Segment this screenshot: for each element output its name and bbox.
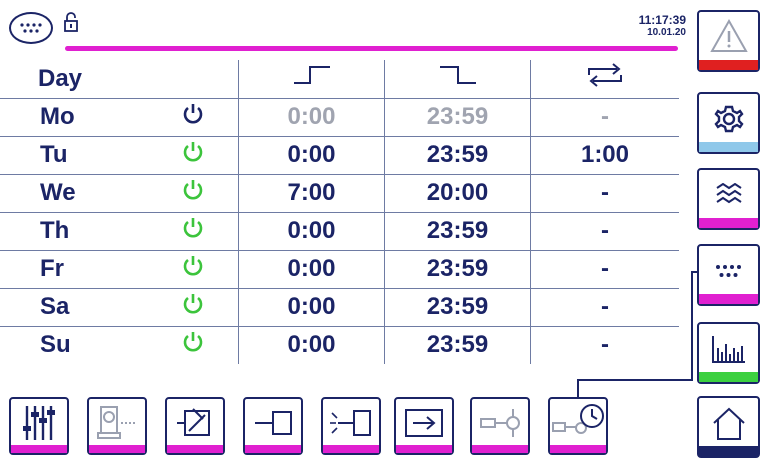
alarm-button[interactable]: [697, 10, 760, 72]
sensor-button[interactable]: [321, 397, 381, 455]
clock-time: 11:17:39: [638, 13, 686, 27]
falling-edge-icon: [439, 66, 476, 85]
power-icon[interactable]: [181, 140, 205, 164]
power-icon[interactable]: [181, 102, 205, 126]
home-icon: [712, 407, 745, 440]
day-label: Sa: [0, 287, 148, 326]
on-time[interactable]: 0:00: [238, 325, 385, 364]
cylinder-button[interactable]: [243, 397, 303, 455]
off-time[interactable]: 23:59: [384, 135, 531, 174]
on-time[interactable]: 0:00: [238, 97, 385, 136]
device-timer-button[interactable]: [548, 397, 608, 455]
menu-dots-button[interactable]: [9, 12, 53, 44]
gear-icon: [713, 105, 744, 133]
cycle-header: [531, 60, 680, 98]
off-time[interactable]: 23:59: [384, 325, 531, 364]
repeat-icon: [588, 63, 622, 88]
settings-button[interactable]: [697, 92, 760, 154]
arrow-in-icon: [405, 409, 443, 437]
waves-button[interactable]: [697, 168, 760, 230]
device-button[interactable]: [470, 397, 530, 455]
input-button[interactable]: [394, 397, 454, 455]
dots-button[interactable]: [697, 244, 760, 306]
off-time[interactable]: 23:59: [384, 97, 531, 136]
valve-button[interactable]: [165, 397, 225, 455]
connector-line: [577, 271, 697, 400]
valve-icon: [177, 408, 210, 436]
cycle-time[interactable]: 1:00: [530, 135, 679, 174]
on-time[interactable]: 0:00: [238, 249, 385, 288]
cycle-time[interactable]: -: [530, 97, 679, 136]
on-time[interactable]: 0:00: [238, 211, 385, 250]
cylinder-icon: [255, 411, 292, 435]
day-label: Su: [0, 325, 148, 364]
unlock-icon[interactable]: [64, 12, 78, 32]
switch-off-header: [384, 60, 531, 98]
rising-edge-icon: [293, 66, 330, 85]
on-time[interactable]: 0:00: [238, 135, 385, 174]
waves-icon: [715, 183, 742, 204]
device-icon: [480, 409, 520, 437]
cycle-time[interactable]: -: [530, 173, 679, 212]
cycle-time[interactable]: -: [530, 211, 679, 250]
table-row[interactable]: We 7:00 20:00 -: [0, 173, 679, 212]
header-progress-line: [65, 46, 678, 51]
power-icon[interactable]: [181, 216, 205, 240]
dots-icon: [715, 265, 741, 277]
off-time[interactable]: 20:00: [384, 173, 531, 212]
on-time[interactable]: 0:00: [238, 287, 385, 326]
day-label: We: [0, 173, 148, 212]
switch-on-header: [238, 60, 385, 98]
pump-button[interactable]: [87, 397, 147, 455]
day-label: Mo: [0, 97, 148, 136]
home-button[interactable]: [697, 396, 760, 458]
off-time[interactable]: 23:59: [384, 249, 531, 288]
power-icon[interactable]: [181, 292, 205, 316]
day-label: Fr: [0, 249, 148, 288]
sensor-icon: [330, 410, 371, 436]
off-time[interactable]: 23:59: [384, 287, 531, 326]
day-label: Tu: [0, 135, 148, 174]
sliders-icon: [23, 406, 55, 440]
device-timer-icon: [552, 404, 604, 434]
chart-icon: [711, 336, 745, 363]
warning-icon: [709, 18, 748, 52]
sliders-button[interactable]: [9, 397, 69, 455]
table-row[interactable]: Mo 0:00 23:59 -: [0, 97, 679, 136]
dots-icon: [20, 23, 42, 33]
power-icon[interactable]: [181, 330, 205, 354]
day-column-header: Day: [38, 64, 83, 92]
table-row[interactable]: Tu 0:00 23:59 1:00: [0, 135, 679, 174]
power-icon[interactable]: [181, 178, 205, 202]
clock-date: 10.01.20: [647, 27, 686, 38]
on-time[interactable]: 7:00: [238, 173, 385, 212]
day-label: Th: [0, 211, 148, 250]
off-time[interactable]: 23:59: [384, 211, 531, 250]
power-icon[interactable]: [181, 254, 205, 278]
pump-icon: [97, 406, 137, 439]
table-row[interactable]: Th 0:00 23:59 -: [0, 211, 679, 250]
chart-button[interactable]: [697, 322, 760, 384]
